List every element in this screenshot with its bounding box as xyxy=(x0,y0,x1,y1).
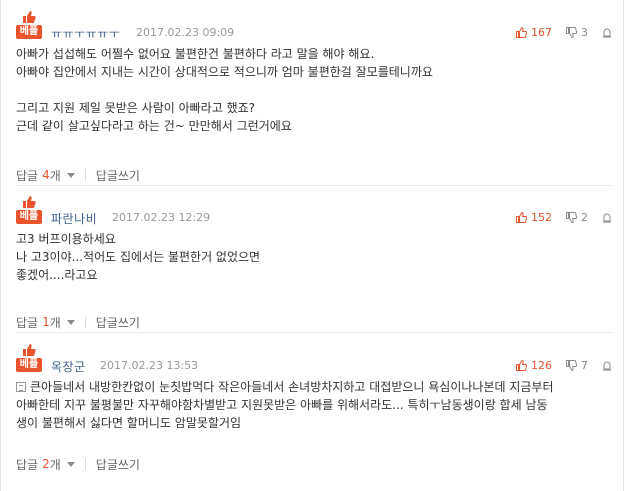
chevron-down-icon xyxy=(66,320,75,325)
thumbs-up-icon xyxy=(23,11,36,23)
comment-nickname[interactable]: 파란나비 xyxy=(51,210,97,227)
comment-footer: 답글 4개 답글쓰기 xyxy=(16,164,140,186)
comment-header: 베플 옥장군 2017.02.23 13:53 126 7 xyxy=(16,343,612,375)
reply-toggle[interactable]: 답글 4개 xyxy=(16,167,75,184)
comment-blank-line xyxy=(16,81,612,99)
comment-body: 고3 버프이용하세요 나 고3이야...적어도 집에서는 불편한거 없었으면 좋… xyxy=(16,230,612,284)
comment-body: 큰아들네서 내방한칸없이 눈칫밥먹다 작은아들네서 손녀방차지하고 대접받으니 … xyxy=(16,378,612,432)
reply-count: 2 xyxy=(42,457,50,471)
comment-nickname[interactable]: 옥장군 xyxy=(51,358,86,375)
upvote-count: 167 xyxy=(531,25,552,39)
downvote-count: 7 xyxy=(581,358,588,372)
reply-label: 답글 xyxy=(16,457,39,472)
comment-line: 큰아들네서 내방한칸없이 눈칫밥먹다 작은아들네서 손녀방차지하고 대접받으니 … xyxy=(16,378,612,396)
upvote-button[interactable]: 167 xyxy=(516,26,552,39)
vote-group: 152 2 xyxy=(516,210,612,224)
comment-header: 베플 파란나비 2017.02.23 12:29 152 2 xyxy=(16,195,612,227)
thumbs-up-icon xyxy=(516,211,527,223)
divider xyxy=(84,169,86,181)
comment-item: 베플 ㅠㅠㅜㅠㅠㅜ 2017.02.23 09:09 167 3 아빠가 섭섭해… xyxy=(16,10,612,186)
downvote-count: 2 xyxy=(581,210,588,224)
report-button[interactable] xyxy=(602,212,612,223)
badge-label: 베플 xyxy=(16,25,42,39)
comment-line-text: 큰아들네서 내방한칸없이 눈칫밥먹다 작은아들네서 손녀방차지하고 대접받으니 … xyxy=(30,380,554,394)
upvote-count: 152 xyxy=(531,210,552,224)
downvote-button[interactable]: 2 xyxy=(566,211,588,224)
comment-date: 2017.02.23 12:29 xyxy=(112,211,211,224)
vote-group: 126 7 xyxy=(516,358,612,372)
chevron-down-icon xyxy=(66,462,75,467)
badge-label: 베플 xyxy=(16,210,42,224)
upvote-button[interactable]: 152 xyxy=(516,211,552,224)
badge-label: 베플 xyxy=(16,358,42,372)
comment-line: 생이 불편해서 싫다면 할머니도 암말못할거임 xyxy=(16,416,242,430)
comment-line: 나 고3이야...적어도 집에서는 불편한거 없었으면 xyxy=(16,250,261,264)
comment-date: 2017.02.23 09:09 xyxy=(136,26,235,39)
comment-line: 좋겠어....라고요 xyxy=(16,268,98,282)
thumbs-down-icon xyxy=(566,26,577,38)
comment-line: 아빠한테 지꾸 불평불만 자꾸해야함차별받고 지원못받은 아빠를 위해서라도..… xyxy=(16,398,548,412)
comment-divider xyxy=(16,332,612,333)
reply-unit: 개 xyxy=(49,168,61,183)
report-button[interactable] xyxy=(602,360,612,371)
downvote-button[interactable]: 7 xyxy=(566,359,588,372)
write-reply-button[interactable]: 답글쓰기 xyxy=(96,456,140,473)
chevron-down-icon xyxy=(66,173,75,178)
downvote-count: 3 xyxy=(581,25,588,39)
divider xyxy=(84,316,86,328)
siren-icon xyxy=(603,361,611,370)
thumbs-up-icon xyxy=(516,359,527,371)
report-button[interactable] xyxy=(602,27,612,38)
upvote-button[interactable]: 126 xyxy=(516,359,552,372)
thumbs-up-icon xyxy=(23,344,36,356)
comment-footer: 답글 1개 답글쓰기 xyxy=(16,311,140,333)
reply-toggle[interactable]: 답글 2개 xyxy=(16,456,75,473)
comment-list: 베플 ㅠㅠㅜㅠㅠㅜ 2017.02.23 09:09 167 3 아빠가 섭섭해… xyxy=(0,0,624,491)
reply-count: 1 xyxy=(42,315,50,329)
reply-toggle[interactable]: 답글 1개 xyxy=(16,314,75,331)
thumbs-up-icon xyxy=(516,26,527,38)
best-reply-badge: 베플 xyxy=(16,195,42,225)
thumbs-up-icon xyxy=(23,196,36,208)
best-reply-badge: 베플 xyxy=(16,10,42,40)
reply-label: 답글 xyxy=(16,315,39,330)
comment-nickname[interactable]: ㅠㅠㅜㅠㅠㅜ xyxy=(51,25,120,42)
best-reply-badge: 베플 xyxy=(16,343,42,373)
write-reply-button[interactable]: 답글쓰기 xyxy=(96,167,140,184)
comment-divider xyxy=(16,185,612,186)
thumbs-down-icon xyxy=(566,359,577,371)
comment-item: 베플 파란나비 2017.02.23 12:29 152 2 고3 버프이용하세… xyxy=(16,195,612,333)
comment-line: 아빠야 집안에서 지내는 시간이 상대적으로 적으니까 엄마 불편한걸 잘모를테… xyxy=(16,65,433,79)
comment-footer: 답글 2개 답글쓰기 xyxy=(16,453,140,475)
comment-line: 아빠가 섭섭해도 어쩔수 없어요 불편한건 불편하다 라고 말을 해야 해요. xyxy=(16,47,375,61)
comment-item: 베플 옥장군 2017.02.23 13:53 126 7 큰아들네서 내방한칸… xyxy=(16,343,612,475)
comment-line: 그리고 지원 제일 못받은 사람이 아빠라고 했죠? xyxy=(16,101,256,115)
divider xyxy=(84,458,86,470)
document-icon xyxy=(16,382,26,392)
reply-unit: 개 xyxy=(49,457,61,472)
comment-date: 2017.02.23 13:53 xyxy=(100,359,199,372)
write-reply-button[interactable]: 답글쓰기 xyxy=(96,314,140,331)
upvote-count: 126 xyxy=(531,358,552,372)
comment-line: 근데 같이 살고싶다라고 하는 건~ 만만해서 그런거에요 xyxy=(16,119,292,133)
reply-label: 답글 xyxy=(16,168,39,183)
comment-body: 아빠가 섭섭해도 어쩔수 없어요 불편한건 불편하다 라고 말을 해야 해요. … xyxy=(16,45,612,135)
siren-icon xyxy=(603,28,611,37)
downvote-button[interactable]: 3 xyxy=(566,26,588,39)
comment-header: 베플 ㅠㅠㅜㅠㅠㅜ 2017.02.23 09:09 167 3 xyxy=(16,10,612,42)
comment-line: 고3 버프이용하세요 xyxy=(16,232,116,246)
reply-count: 4 xyxy=(42,168,50,182)
vote-group: 167 3 xyxy=(516,25,612,39)
siren-icon xyxy=(603,213,611,222)
reply-unit: 개 xyxy=(49,315,61,330)
thumbs-down-icon xyxy=(566,211,577,223)
